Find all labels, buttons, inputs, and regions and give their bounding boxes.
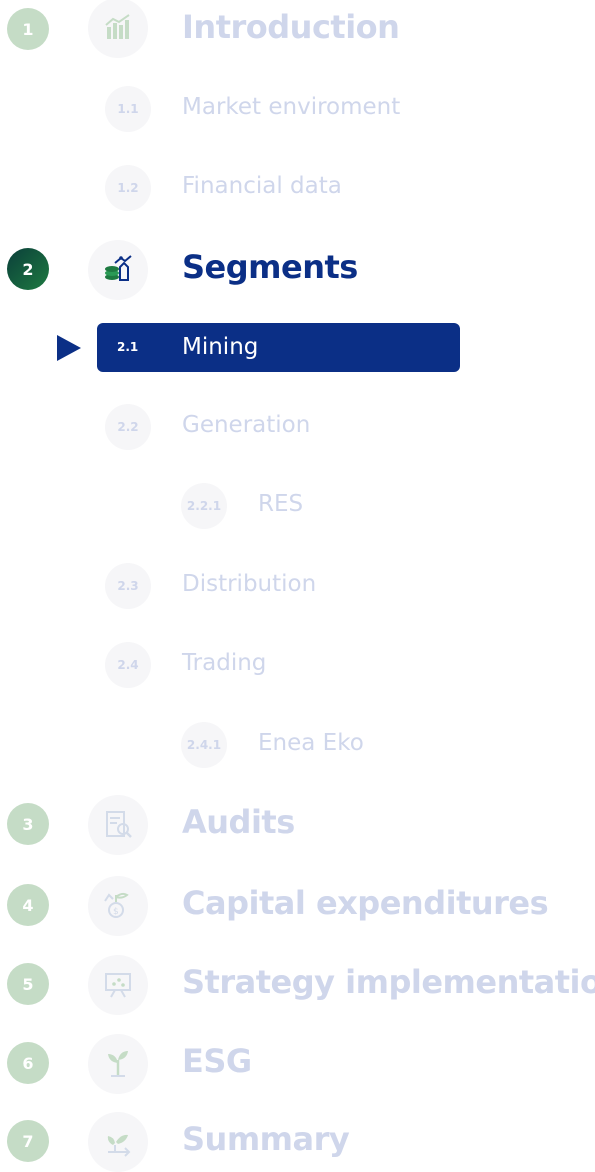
subsection-code-badge: 2.4 — [105, 642, 151, 688]
section-number-badge: 5 — [7, 963, 49, 1005]
sprout-icon — [88, 1034, 148, 1094]
section-introduction[interactable]: 1 Introduction — [0, 0, 595, 60]
section-capital-expenditures[interactable]: 4 $ Capital expenditures — [0, 874, 595, 936]
section-number-badge: 2 — [7, 248, 49, 290]
subsection-trading[interactable]: 2.4 Trading — [0, 642, 595, 688]
subsection-label[interactable]: Trading — [182, 650, 266, 676]
section-number-badge: 4 — [7, 884, 49, 926]
section-title[interactable]: Segments — [182, 248, 358, 286]
subsection-mining-active[interactable]: 2.1 Mining — [97, 323, 460, 372]
section-number-badge: 1 — [7, 8, 49, 50]
section-summary[interactable]: 7 Summary — [0, 1111, 595, 1172]
subsection-label[interactable]: Generation — [182, 412, 310, 438]
section-segments[interactable]: 2 Segments — [0, 240, 595, 300]
subsection-code-badge: 2.3 — [105, 563, 151, 609]
bar-chart-growth-icon — [88, 0, 148, 58]
subsection-label[interactable]: Distribution — [182, 571, 316, 597]
section-number-badge: 7 — [7, 1120, 49, 1162]
subsection-generation[interactable]: 2.2 Generation — [0, 404, 595, 450]
subsection-code-badge: 2.2.1 — [181, 483, 227, 529]
sprout-arrow-icon — [88, 1112, 148, 1172]
section-title[interactable]: ESG — [182, 1042, 252, 1080]
subsection-code-badge: 2.2 — [105, 404, 151, 450]
subsection-label: Mining — [182, 334, 259, 360]
section-number-badge: 3 — [7, 803, 49, 845]
subsection-code-badge: 1.2 — [105, 165, 151, 211]
coins-growth-icon — [88, 240, 148, 300]
subsection-label[interactable]: Market enviroment — [182, 94, 400, 120]
section-number-badge: 6 — [7, 1042, 49, 1084]
money-plant-icon: $ — [88, 876, 148, 936]
section-title[interactable]: Strategy implementation — [182, 963, 595, 1001]
subsection-res[interactable]: 2.2.1 RES — [0, 483, 595, 529]
document-magnifier-icon — [88, 795, 148, 855]
subsection-distribution[interactable]: 2.3 Distribution — [0, 563, 595, 609]
section-title[interactable]: Capital expenditures — [182, 884, 549, 922]
presentation-board-icon — [88, 955, 148, 1015]
subsection-market-enviroment[interactable]: 1.1 Market enviroment — [0, 86, 595, 132]
section-title[interactable]: Introduction — [182, 8, 400, 46]
svg-text:$: $ — [113, 907, 119, 917]
subsection-code-badge: 2.4.1 — [181, 722, 227, 768]
subsection-code: 2.1 — [117, 340, 139, 354]
subsection-label[interactable]: Financial data — [182, 173, 342, 199]
section-title[interactable]: Summary — [182, 1120, 350, 1158]
section-title[interactable]: Audits — [182, 803, 295, 841]
section-esg[interactable]: 6 ESG — [0, 1033, 595, 1094]
section-audits[interactable]: 3 Audits — [0, 795, 595, 855]
subsection-label[interactable]: Enea Eko — [258, 730, 364, 756]
subsection-financial-data[interactable]: 1.2 Financial data — [0, 165, 595, 211]
section-strategy-implementation[interactable]: 5 Strategy implementation — [0, 954, 595, 1015]
subsection-enea-eko[interactable]: 2.4.1 Enea Eko — [0, 722, 595, 768]
active-item-pointer-icon — [57, 335, 81, 361]
subsection-code-badge: 1.1 — [105, 86, 151, 132]
subsection-label[interactable]: RES — [258, 491, 303, 517]
